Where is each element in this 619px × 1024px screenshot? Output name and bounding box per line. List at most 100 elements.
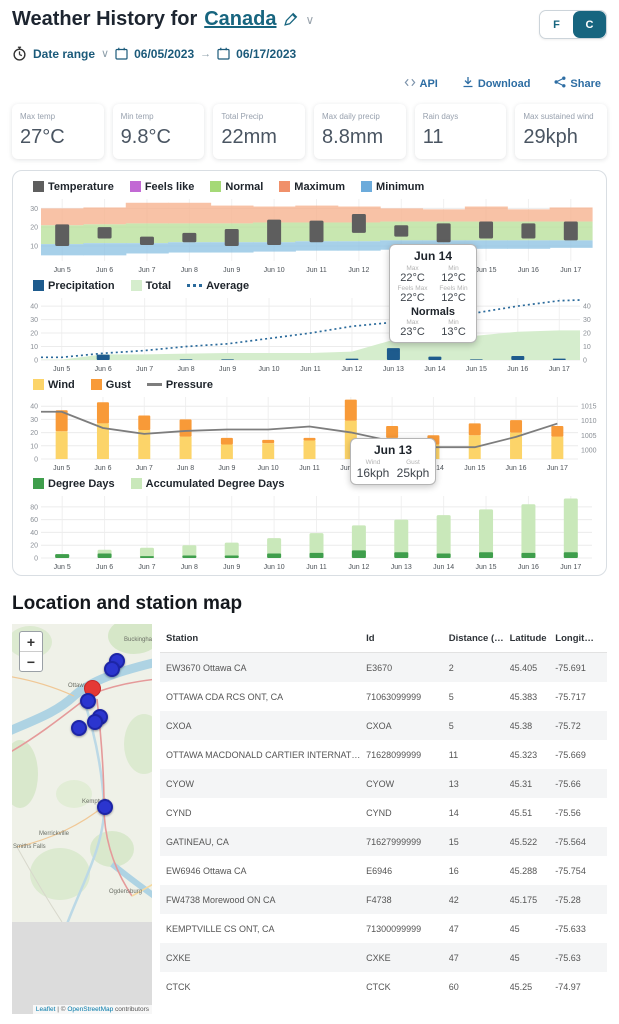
- stat-card: Max temp27°C: [12, 104, 104, 159]
- svg-text:Jun 6: Jun 6: [96, 564, 113, 571]
- leaflet-link[interactable]: Leaflet: [36, 1006, 56, 1013]
- table-row[interactable]: KEMPTVILLE CS ONT, CA713000999994745-75.…: [160, 914, 607, 943]
- degree-days-chart[interactable]: 020406080Jun 5Jun 6Jun 7Jun 8Jun 9Jun 10…: [19, 491, 602, 571]
- legend-label: Accumulated Degree Days: [146, 478, 285, 490]
- location-link[interactable]: Canada: [204, 8, 276, 31]
- svg-text:Jun 8: Jun 8: [178, 366, 195, 373]
- table-row[interactable]: CYOWCYOW1345.31-75.66: [160, 769, 607, 798]
- legend-item[interactable]: Temperature: [33, 181, 114, 193]
- legend-label: Feels like: [145, 181, 195, 193]
- column-header[interactable]: Station: [166, 633, 366, 644]
- fahrenheit-button[interactable]: F: [540, 11, 573, 38]
- date-end[interactable]: 06/17/2023: [236, 47, 296, 61]
- legend-item[interactable]: Total: [131, 280, 171, 292]
- table-cell: CXOA: [366, 721, 449, 731]
- legend-item[interactable]: Feels like: [130, 181, 195, 193]
- svg-text:Jun 6: Jun 6: [95, 366, 112, 373]
- download-link[interactable]: Download: [462, 76, 531, 91]
- share-link[interactable]: Share: [554, 76, 601, 91]
- svg-text:10: 10: [30, 344, 38, 351]
- table-cell: CYND: [366, 808, 449, 818]
- table-row[interactable]: CXKECXKE4745-75.63: [160, 943, 607, 972]
- column-header[interactable]: Distance (km): [449, 633, 510, 644]
- stat-value: 29kph: [523, 126, 599, 149]
- table-cell: -75.669: [555, 750, 601, 760]
- station-marker[interactable]: [97, 799, 113, 815]
- table-row[interactable]: CTCKCTCK6045.25-74.97: [160, 972, 607, 1001]
- legend-item[interactable]: Degree Days: [33, 478, 115, 490]
- date-start[interactable]: 06/05/2023: [134, 47, 194, 61]
- tooltip-value: 16kph: [355, 466, 391, 480]
- api-link[interactable]: API: [404, 77, 438, 91]
- svg-text:Jun 13: Jun 13: [383, 366, 404, 373]
- table-row[interactable]: FW4738 Morewood ON CAF47384245.175-75.28: [160, 885, 607, 914]
- column-header[interactable]: Id: [366, 633, 449, 644]
- table-cell: 71063099999: [366, 692, 449, 702]
- legend-item[interactable]: Precipitation: [33, 280, 115, 292]
- edit-pencil-icon[interactable]: [283, 12, 298, 27]
- table-cell: E6946: [366, 866, 449, 876]
- stat-card: Rain days11: [415, 104, 507, 159]
- table-row[interactable]: CXOACXOA545.38-75.72: [160, 711, 607, 740]
- legend-swatch: [187, 284, 202, 287]
- table-cell: -75.691: [555, 663, 601, 673]
- svg-text:Jun 14: Jun 14: [424, 366, 445, 373]
- table-cell: 45: [510, 953, 556, 963]
- legend-item[interactable]: Gust: [91, 379, 131, 391]
- svg-text:Jun 9: Jun 9: [223, 267, 240, 274]
- station-map[interactable]: + − Leaflet | © OpenStreetMap contributo…: [12, 624, 152, 1014]
- legend-item[interactable]: Pressure: [147, 379, 213, 391]
- svg-text:Jun 11: Jun 11: [299, 465, 320, 472]
- svg-text:30: 30: [30, 317, 38, 324]
- svg-text:Jun 8: Jun 8: [177, 465, 194, 472]
- precipitation-chart[interactable]: 010203040010203040Jun 5Jun 6Jun 7Jun 8Ju…: [19, 293, 602, 373]
- stat-label: Max temp: [20, 112, 96, 121]
- zoom-in-button[interactable]: +: [20, 632, 42, 652]
- table-row[interactable]: OTTAWA CDA RCS ONT, CA71063099999545.383…: [160, 682, 607, 711]
- legend-item[interactable]: Wind: [33, 379, 75, 391]
- svg-text:Jun 10: Jun 10: [259, 366, 280, 373]
- station-marker[interactable]: [71, 720, 87, 736]
- legend-item[interactable]: Accumulated Degree Days: [131, 478, 285, 490]
- zoom-out-button[interactable]: −: [20, 652, 42, 671]
- legend-item[interactable]: Average: [187, 280, 249, 292]
- date-range-chevron-icon[interactable]: ∨: [101, 47, 109, 60]
- map-zoom-control: + −: [19, 631, 43, 672]
- map-place-label: Merrickville: [39, 831, 69, 837]
- date-range-label[interactable]: Date range: [33, 47, 95, 61]
- table-row[interactable]: EW3670 Ottawa CAE3670245.405-75.691: [160, 653, 607, 682]
- tooltip-label: Feels Min: [435, 285, 472, 292]
- station-marker[interactable]: [104, 661, 120, 677]
- legend-swatch: [147, 383, 162, 386]
- station-marker[interactable]: [87, 714, 103, 730]
- action-links: API Download Share: [12, 76, 607, 91]
- column-header[interactable]: Longitude: [555, 633, 601, 644]
- map-place-label: Smiths Falls: [13, 844, 46, 850]
- table-cell: 11: [449, 750, 510, 760]
- legend-swatch: [279, 181, 290, 192]
- tooltip-title: Jun 14: [394, 247, 472, 264]
- svg-text:40: 40: [30, 530, 38, 537]
- table-row[interactable]: OTTAWA MACDONALD CARTIER INTERNATIONAL, …: [160, 740, 607, 769]
- column-header[interactable]: Latitude: [510, 633, 556, 644]
- legend-item[interactable]: Maximum: [279, 181, 345, 193]
- table-cell: 45.25: [510, 982, 556, 992]
- date-range-control: Date range ∨ 06/05/2023 → 06/17/2023: [12, 46, 607, 61]
- svg-text:Jun 17: Jun 17: [547, 465, 568, 472]
- table-row[interactable]: CYNDCYND1445.51-75.56: [160, 798, 607, 827]
- legend-item[interactable]: Normal: [210, 181, 263, 193]
- wind-chart[interactable]: 0102030401000100510101015Jun 5Jun 6Jun 7…: [19, 392, 602, 472]
- tooltip-label: Gust: [395, 459, 431, 466]
- osm-link[interactable]: OpenStreetMap: [67, 1006, 113, 1013]
- table-row[interactable]: GATINEAU, CA716279999991545.522-75.564: [160, 827, 607, 856]
- chevron-down-icon[interactable]: ∨: [305, 13, 314, 27]
- table-row[interactable]: EW6946 Ottawa CAE69461645.288-75.754: [160, 856, 607, 885]
- table-cell: -75.56: [555, 808, 601, 818]
- station-marker[interactable]: [80, 693, 96, 709]
- celsius-button[interactable]: C: [573, 11, 606, 38]
- tooltip-value: 22°C: [394, 272, 431, 284]
- table-cell: 71300099999: [366, 924, 449, 934]
- svg-text:Jun 12: Jun 12: [348, 267, 369, 274]
- legend-item[interactable]: Minimum: [361, 181, 424, 193]
- temperature-chart[interactable]: 102030Jun 5Jun 6Jun 7Jun 8Jun 9Jun 10Jun…: [19, 194, 602, 274]
